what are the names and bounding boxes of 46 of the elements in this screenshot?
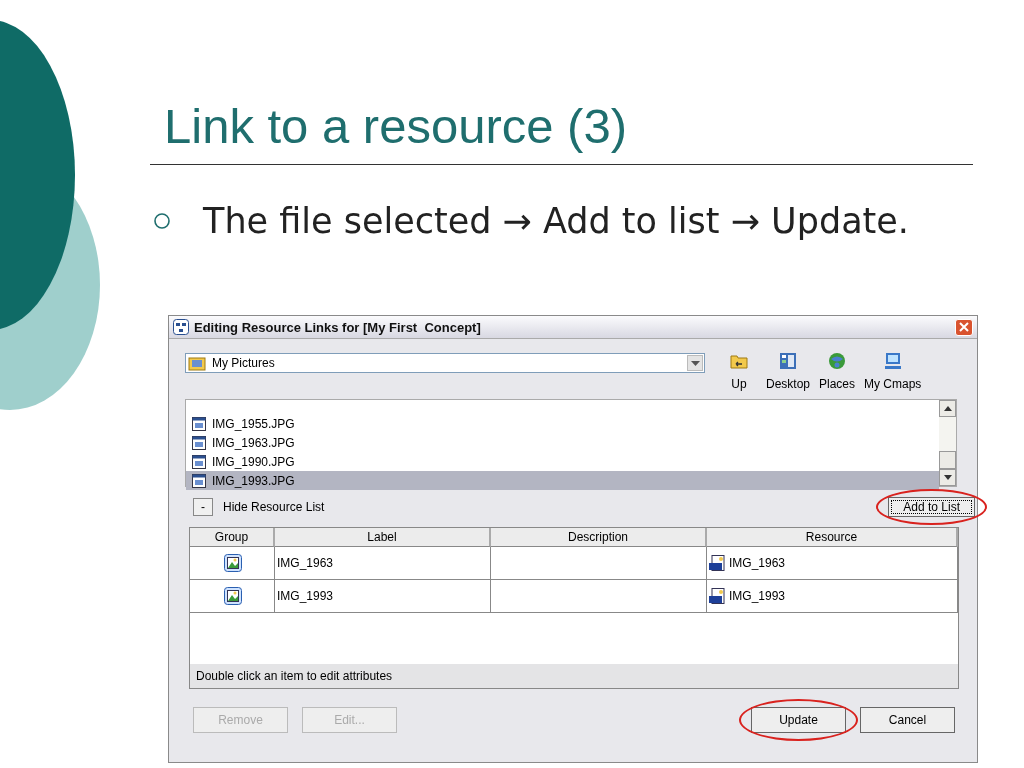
down-arrow-icon bbox=[943, 475, 952, 480]
dialog-button[interactable]: Cancel bbox=[860, 707, 955, 733]
table-cell: IMG_1993 bbox=[729, 589, 786, 603]
nav-button[interactable]: Desktop bbox=[763, 349, 814, 393]
up-arrow-icon bbox=[943, 406, 952, 411]
image-icon bbox=[224, 587, 242, 605]
slide-title: Link to a resource (3) bbox=[164, 98, 628, 154]
image-file-icon bbox=[192, 454, 206, 469]
status-hint: Double click an item to edit attributes bbox=[190, 664, 958, 688]
nav-button[interactable]: Places bbox=[815, 349, 860, 393]
bullet-icon bbox=[153, 212, 171, 230]
scrollbar[interactable] bbox=[939, 400, 956, 486]
jpg-file-icon bbox=[709, 555, 725, 571]
column-header[interactable]: Label bbox=[275, 528, 491, 547]
file-item[interactable]: IMG_1955.JPG bbox=[186, 414, 939, 433]
table-cell: IMG_1963 bbox=[275, 547, 491, 580]
image-icon bbox=[224, 554, 242, 572]
image-file-icon bbox=[192, 416, 206, 431]
file-item[interactable]: IMG_1963.JPG bbox=[186, 433, 939, 452]
app-icon bbox=[173, 319, 189, 335]
folder-icon bbox=[188, 355, 206, 371]
close-button[interactable] bbox=[955, 318, 973, 336]
dialog-button[interactable]: Update bbox=[751, 707, 846, 733]
desktop-icon bbox=[778, 351, 798, 371]
globe-icon bbox=[827, 351, 848, 371]
table-cell: IMG_1993 bbox=[275, 580, 491, 613]
toggle-label: Hide Resource List bbox=[223, 500, 325, 514]
bullet-text: The file selected → Add to list → Update. bbox=[203, 201, 909, 241]
file-item[interactable]: IMG_1993.JPG bbox=[186, 471, 939, 490]
column-header[interactable]: Resource bbox=[707, 528, 958, 547]
scroll-thumb[interactable] bbox=[939, 451, 956, 469]
computer-icon bbox=[882, 351, 903, 371]
add-to-list-button[interactable]: Add to List bbox=[888, 497, 975, 517]
column-header[interactable]: Group bbox=[190, 528, 275, 547]
column-header[interactable]: Description bbox=[491, 528, 707, 547]
file-item[interactable]: IMG_1990.JPG bbox=[186, 452, 939, 471]
close-icon bbox=[959, 322, 969, 332]
jpg-file-icon bbox=[709, 588, 725, 604]
image-file-icon bbox=[192, 473, 206, 488]
nav-button[interactable]: My Cmaps bbox=[861, 349, 925, 393]
image-file-icon bbox=[192, 435, 206, 450]
location-dropdown[interactable]: My Pictures bbox=[185, 353, 705, 373]
nav-button[interactable]: Up bbox=[717, 349, 761, 393]
window-title: Editing Resource Links for [My First Concept] bbox=[194, 319, 481, 335]
collapse-button[interactable]: - bbox=[193, 498, 213, 516]
table-cell: IMG_1963 bbox=[729, 556, 786, 570]
